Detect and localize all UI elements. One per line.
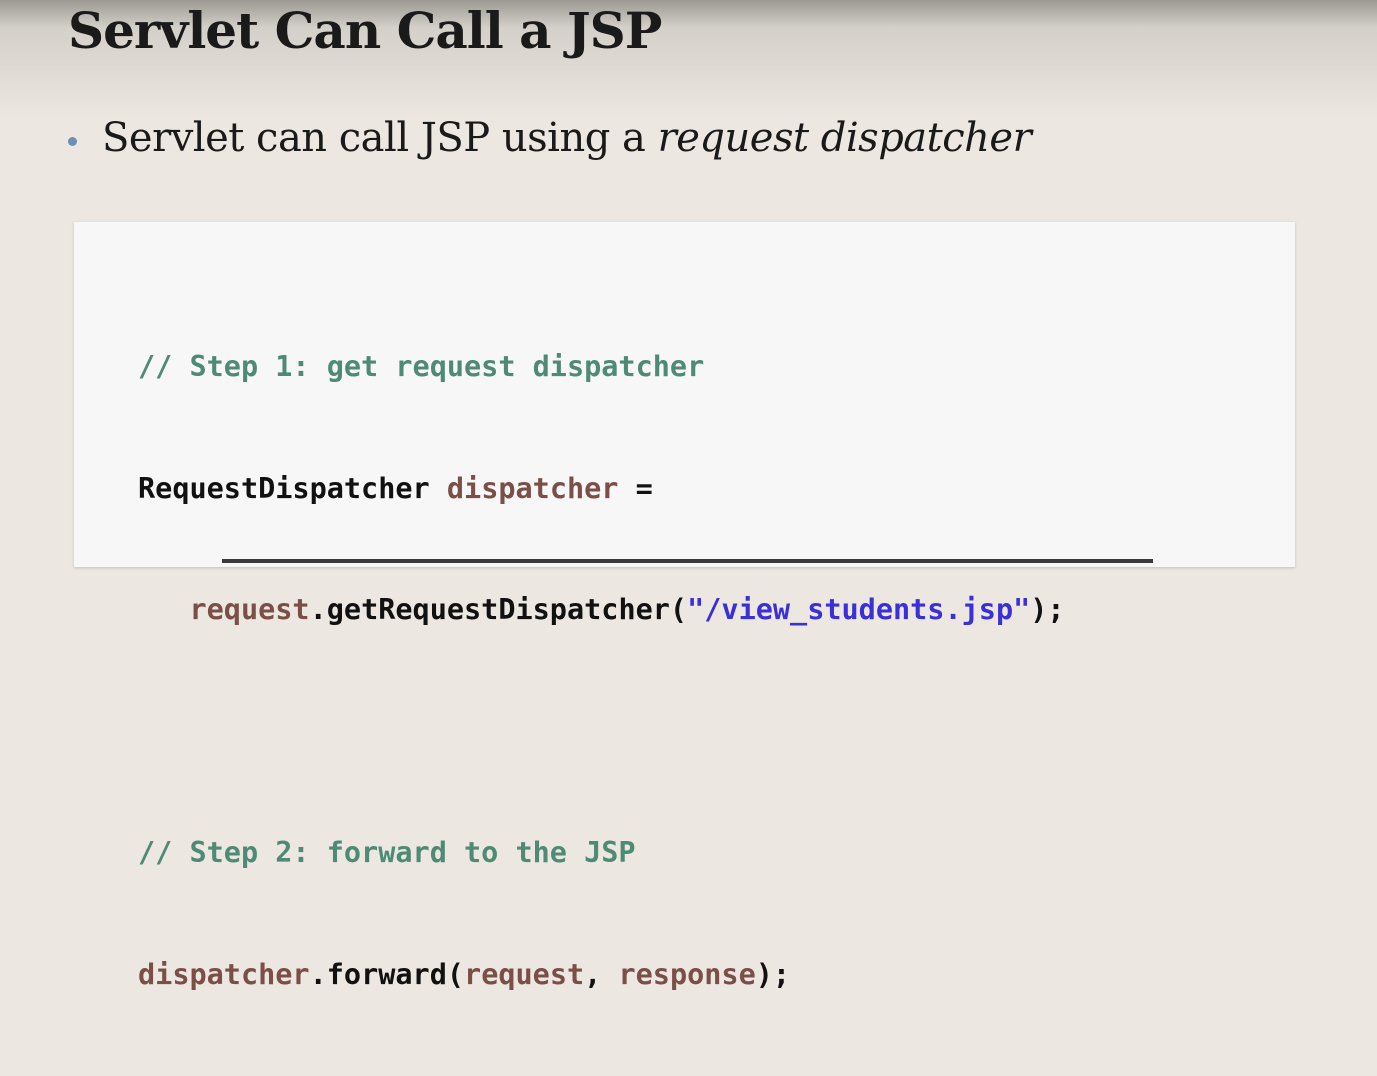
bullet-text-emphasis: request dispatcher [657,115,1032,161]
code-comment: // Step 2: forward to the JSP [138,836,636,869]
code-block: // Step 1: get request dispatcher Reques… [74,222,1295,991]
code-line-6: dispatcher.forward(request, response); [138,955,1065,996]
bullet-text-prefix: Servlet can call JSP using a [102,115,658,161]
code-method: .forward( [309,957,465,991]
video-progress-bar[interactable] [222,559,1153,563]
code-end: ); [1030,593,1065,626]
code-type: RequestDispatcher [138,471,430,505]
code-string: "/view_students.jsp" [687,593,1031,626]
code-line-2: RequestDispatcher dispatcher = [138,469,1065,510]
code-arg-request: request [464,957,585,991]
code-end: ); [755,957,791,991]
code-separator: , [584,957,619,991]
code-line-4-blank [138,712,1065,753]
bullet-item: Servlet can call JSP using a request dis… [68,110,1032,166]
slide-title: Servlet Can Call a JSP [68,1,662,60]
code-object: request [189,593,310,626]
code-arg-response: response [618,957,756,991]
bullet-dot-icon [68,136,77,146]
code-object: dispatcher [138,957,310,991]
code-listing: // Step 1: get request dispatcher Reques… [138,266,1065,1076]
code-line-5: // Step 2: forward to the JSP [138,833,1065,874]
code-variable: dispatcher [446,471,619,505]
bullet-text: Servlet can call JSP using a request dis… [102,115,1032,161]
code-operator: = [618,471,653,505]
code-method: .getRequestDispatcher( [309,593,688,626]
code-line-1: // Step 1: get request dispatcher [138,347,1065,388]
code-comment: // Step 1: get request dispatcher [138,350,705,383]
code-line-3: request.getRequestDispatcher("/view_stud… [138,590,1065,631]
